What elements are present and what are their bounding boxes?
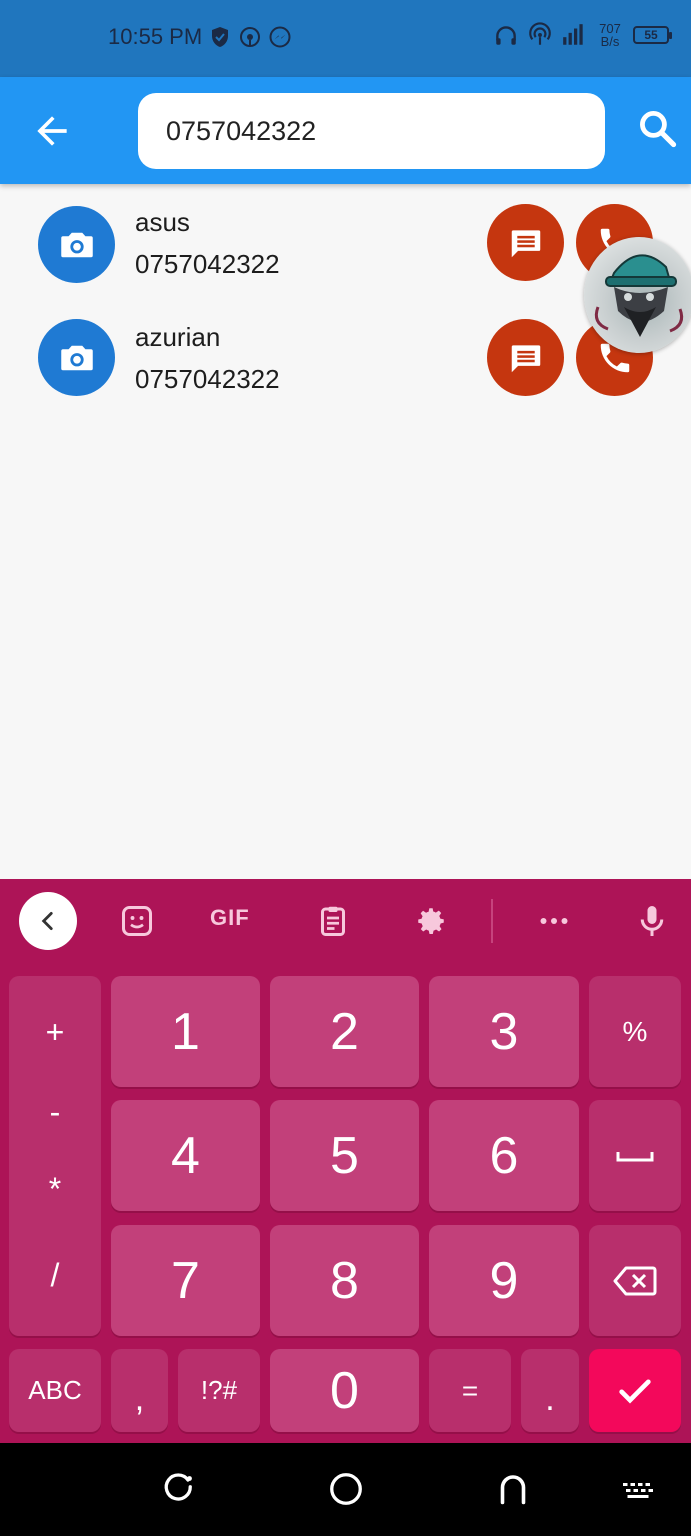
hotspot-icon bbox=[240, 27, 261, 47]
key-label: !?# bbox=[200, 1375, 238, 1405]
camera-icon bbox=[60, 345, 93, 370]
collapse-toolbar-button[interactable] bbox=[19, 892, 77, 950]
battery-icon: 55 bbox=[633, 26, 672, 44]
key-9[interactable]: 9 bbox=[429, 1225, 579, 1336]
gif-button[interactable]: GIF bbox=[210, 905, 250, 931]
avatar[interactable] bbox=[38, 319, 115, 396]
message-icon bbox=[511, 344, 540, 372]
space-icon bbox=[616, 1151, 654, 1161]
key-percent[interactable]: % bbox=[589, 976, 681, 1087]
status-bar: 10:55 PM 707 B/s 55 bbox=[0, 0, 691, 77]
gear-icon bbox=[418, 908, 444, 935]
key-label: ABC bbox=[28, 1375, 82, 1405]
key-1[interactable]: 1 bbox=[111, 976, 260, 1087]
key-backspace[interactable] bbox=[589, 1225, 681, 1336]
key-plus[interactable]: + bbox=[9, 1014, 101, 1051]
message-button[interactable] bbox=[487, 319, 564, 396]
signal-icon bbox=[563, 24, 583, 45]
key-label: 4 bbox=[171, 1126, 200, 1185]
key-enter[interactable] bbox=[589, 1349, 681, 1432]
numeric-keyboard: GIF + - * / 1 2 3 % 4 5 6 7 8 9 ABC , !?… bbox=[0, 879, 691, 1443]
voice-input-button[interactable] bbox=[632, 901, 672, 941]
character-avatar-icon bbox=[594, 254, 684, 337]
shield-icon bbox=[212, 27, 229, 47]
recent-apps-icon[interactable] bbox=[161, 1471, 197, 1507]
message-icon bbox=[511, 229, 540, 257]
key-8[interactable]: 8 bbox=[270, 1225, 419, 1336]
status-left: 10:55 PM bbox=[108, 24, 292, 50]
key-symbols[interactable]: !?# bbox=[178, 1349, 260, 1432]
key-label: 7 bbox=[171, 1251, 200, 1310]
message-button[interactable] bbox=[487, 204, 564, 281]
key-5[interactable]: 5 bbox=[270, 1100, 419, 1211]
key-label: 0 bbox=[330, 1361, 359, 1420]
symbol-column-key[interactable]: + - * / bbox=[9, 976, 101, 1336]
app-bar bbox=[0, 77, 691, 184]
headphones-icon bbox=[496, 26, 516, 45]
key-label: 1 bbox=[171, 1002, 200, 1061]
sticker-button[interactable] bbox=[117, 901, 157, 941]
system-nav-bar bbox=[0, 1443, 691, 1536]
key-label: 9 bbox=[489, 1251, 519, 1310]
key-2[interactable]: 2 bbox=[270, 976, 419, 1087]
key-3[interactable]: 3 bbox=[429, 976, 579, 1087]
key-label: = bbox=[461, 1374, 479, 1406]
toolbar-divider bbox=[491, 899, 493, 943]
key-slash[interactable]: / bbox=[9, 1257, 101, 1294]
key-label: 8 bbox=[330, 1251, 359, 1310]
key-label: 5 bbox=[330, 1126, 359, 1185]
microphone-icon bbox=[640, 906, 664, 936]
settings-button[interactable] bbox=[411, 901, 451, 941]
key-7[interactable]: 7 bbox=[111, 1225, 260, 1336]
key-space[interactable] bbox=[589, 1100, 681, 1211]
search-icon[interactable] bbox=[636, 107, 680, 151]
contact-name: azurian bbox=[135, 322, 221, 352]
key-0[interactable]: 0 bbox=[270, 1349, 419, 1432]
floating-chat-head[interactable] bbox=[584, 237, 691, 353]
key-label: , bbox=[134, 1380, 145, 1418]
keyboard-toolbar: GIF bbox=[0, 879, 691, 967]
key-label: 3 bbox=[489, 1002, 519, 1061]
more-horizontal-icon bbox=[540, 918, 568, 924]
key-label: 2 bbox=[330, 1002, 359, 1061]
back-nav-icon[interactable] bbox=[495, 1471, 531, 1507]
key-label: . bbox=[545, 1380, 555, 1418]
key-label: 6 bbox=[489, 1126, 519, 1185]
chevron-left-icon bbox=[41, 912, 53, 930]
backspace-icon bbox=[613, 1266, 657, 1295]
key-comma[interactable]: , bbox=[111, 1349, 168, 1432]
contact-number: 0757042322 bbox=[135, 364, 280, 394]
back-arrow-icon[interactable] bbox=[30, 109, 74, 153]
contact-number: 0757042322 bbox=[135, 249, 280, 279]
key-equals[interactable]: = bbox=[429, 1349, 511, 1432]
list-item[interactable]: azurian 0757042322 bbox=[0, 312, 691, 422]
avatar[interactable] bbox=[38, 206, 115, 283]
home-icon[interactable] bbox=[328, 1471, 364, 1507]
battery-level: 55 bbox=[644, 28, 658, 42]
key-minus[interactable]: - bbox=[9, 1094, 101, 1131]
search-input[interactable] bbox=[166, 115, 566, 147]
status-time: 10:55 PM bbox=[108, 24, 203, 49]
key-4[interactable]: 4 bbox=[111, 1100, 260, 1211]
camera-icon bbox=[60, 232, 93, 257]
check-icon bbox=[619, 1379, 651, 1403]
net-speed: 707 B/s bbox=[595, 22, 625, 48]
contact-name: asus bbox=[135, 207, 190, 237]
status-right: 707 B/s 55 bbox=[493, 22, 672, 48]
clipboard-icon bbox=[321, 906, 345, 936]
more-options-button[interactable] bbox=[534, 901, 574, 941]
sticker-icon bbox=[122, 906, 152, 936]
key-label: % bbox=[622, 1015, 648, 1047]
net-speed-unit: B/s bbox=[600, 34, 620, 49]
key-asterisk[interactable]: * bbox=[9, 1171, 101, 1208]
key-6[interactable]: 6 bbox=[429, 1100, 579, 1211]
search-box[interactable] bbox=[138, 93, 605, 169]
wifi-hotspot-icon bbox=[529, 22, 551, 45]
messenger-icon bbox=[269, 26, 291, 48]
key-period[interactable]: . bbox=[521, 1349, 579, 1432]
key-abc[interactable]: ABC bbox=[9, 1349, 101, 1432]
keyboard-switch-icon[interactable] bbox=[620, 1471, 656, 1507]
clipboard-button[interactable] bbox=[313, 901, 353, 941]
